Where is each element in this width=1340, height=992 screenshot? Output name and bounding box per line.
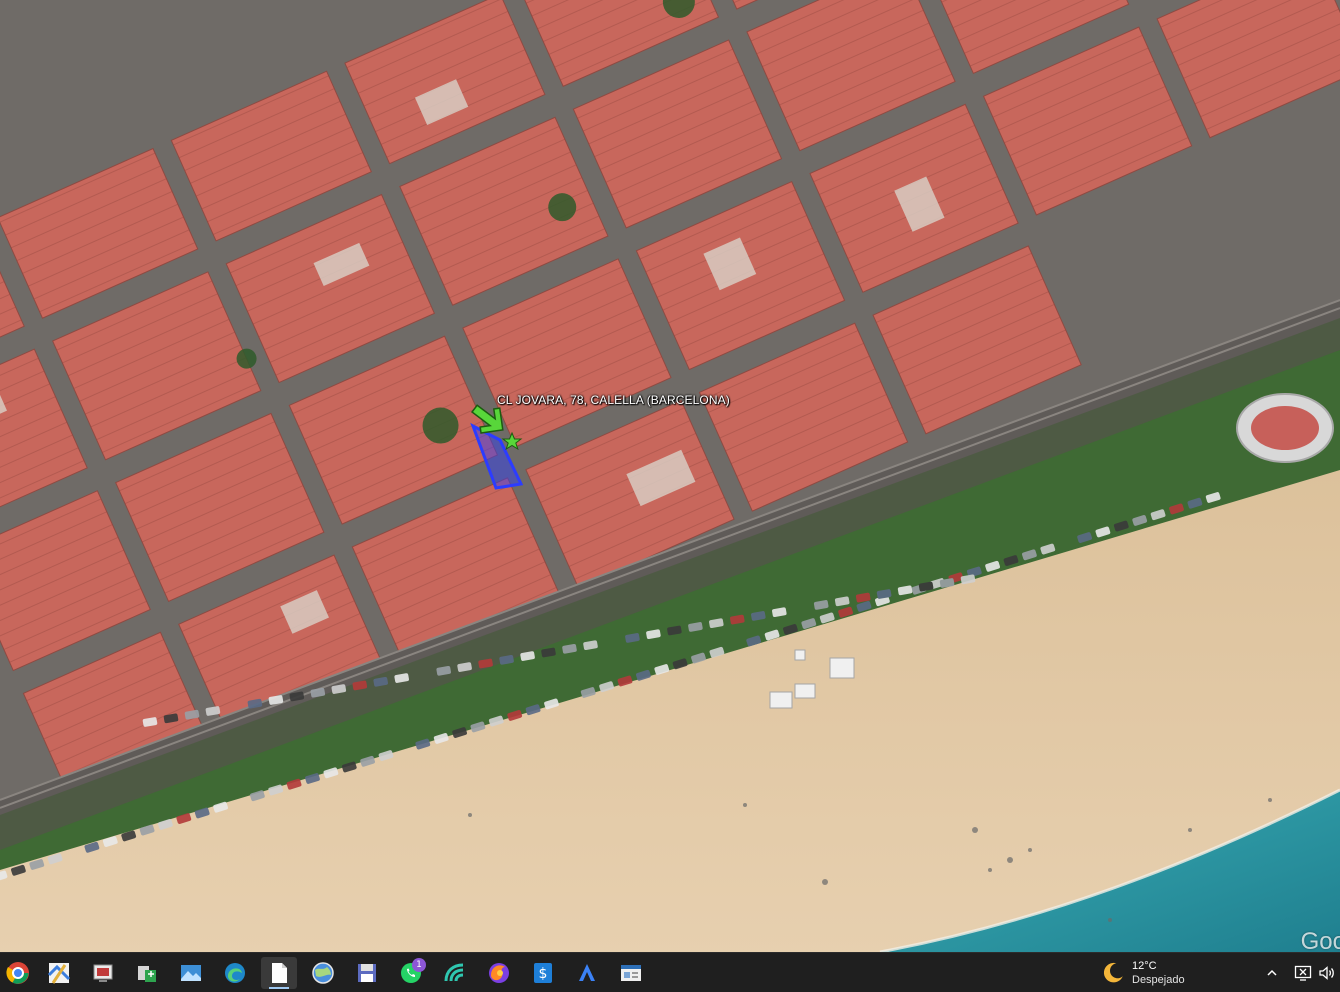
chrome-icon[interactable] bbox=[0, 957, 36, 989]
firefox-icon[interactable] bbox=[481, 957, 517, 989]
map-watermark: Goo bbox=[1300, 928, 1340, 952]
weather-temperature: 12°C bbox=[1132, 960, 1157, 972]
placemark-label[interactable]: CL JOVARA, 78, CALELLA (BARCELONA) bbox=[497, 393, 730, 407]
svg-text:$: $ bbox=[539, 966, 548, 982]
document-icon[interactable] bbox=[261, 957, 297, 989]
wave-app-icon[interactable] bbox=[437, 957, 473, 989]
save-disk-icon[interactable] bbox=[349, 957, 385, 989]
maps-app-icon[interactable] bbox=[41, 957, 77, 989]
satellite-map[interactable]: CL JOVARA, 78, CALELLA (BARCELONA) Goo bbox=[0, 0, 1340, 952]
weather-condition: Despejado bbox=[1132, 974, 1185, 986]
taskbar: 1 $ 12°C Despejado bbox=[0, 952, 1340, 992]
window-app-icon[interactable] bbox=[613, 957, 649, 989]
speaker-icon[interactable] bbox=[1316, 961, 1338, 985]
chevron-up-icon[interactable] bbox=[1262, 961, 1282, 985]
whatsapp-icon[interactable]: 1 bbox=[393, 957, 429, 989]
notification-badge: 1 bbox=[412, 958, 426, 972]
google-earth-icon[interactable] bbox=[305, 957, 341, 989]
moon-icon bbox=[1103, 962, 1123, 983]
map-imagery bbox=[0, 0, 1340, 952]
weather-widget[interactable]: 12°C Despejado bbox=[1100, 957, 1185, 989]
roundabout bbox=[1236, 393, 1334, 463]
file-transfer-icon[interactable] bbox=[129, 957, 165, 989]
screenshot-tool-icon[interactable] bbox=[85, 957, 121, 989]
network-icon[interactable] bbox=[1292, 961, 1314, 985]
edge-icon[interactable] bbox=[217, 957, 253, 989]
photos-icon[interactable] bbox=[173, 957, 209, 989]
autocad-icon[interactable] bbox=[569, 957, 605, 989]
dollar-app-icon[interactable]: $ bbox=[525, 957, 561, 989]
